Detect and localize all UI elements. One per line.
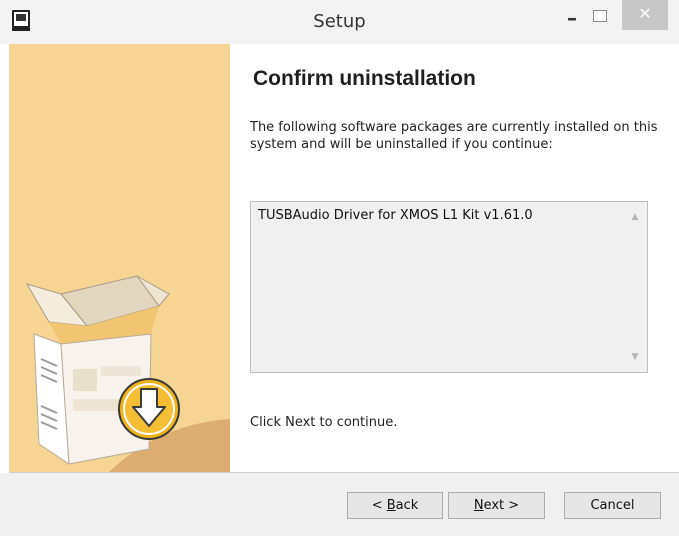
installer-banner (9, 44, 230, 472)
page-title: Confirm uninstallation (253, 67, 476, 90)
instruction-text: Click Next to continue. (250, 415, 398, 430)
button-bar: < Back Next > Cancel (0, 473, 679, 536)
minimize-button[interactable]: – (560, 8, 584, 28)
next-button[interactable]: Next > (448, 492, 545, 519)
description-text: The following software packages are curr… (250, 120, 658, 152)
back-button[interactable]: < Back (347, 492, 443, 519)
scroll-up-arrow-icon[interactable]: ▲ (628, 210, 642, 224)
close-button[interactable]: ✕ (622, 0, 668, 30)
maximize-button[interactable] (593, 10, 607, 22)
back-label-rest: ack (395, 498, 419, 513)
next-label-rest: ext (483, 498, 505, 513)
package-list[interactable]: TUSBAudio Driver for XMOS L1 Kit v1.61.0… (250, 201, 648, 373)
next-suffix: > (504, 498, 520, 513)
title-bar: Setup – ✕ (0, 0, 679, 44)
next-mnemonic: N (473, 498, 484, 513)
back-prefix: < (371, 498, 387, 513)
list-item[interactable]: TUSBAudio Driver for XMOS L1 Kit v1.61.0 (258, 208, 533, 223)
content-panel: Confirm uninstallation The following sof… (230, 44, 679, 472)
back-mnemonic: B (386, 498, 396, 513)
cancel-button[interactable]: Cancel (564, 492, 661, 519)
scroll-down-arrow-icon[interactable]: ▼ (628, 350, 642, 364)
package-uninstall-icon (25, 275, 230, 472)
